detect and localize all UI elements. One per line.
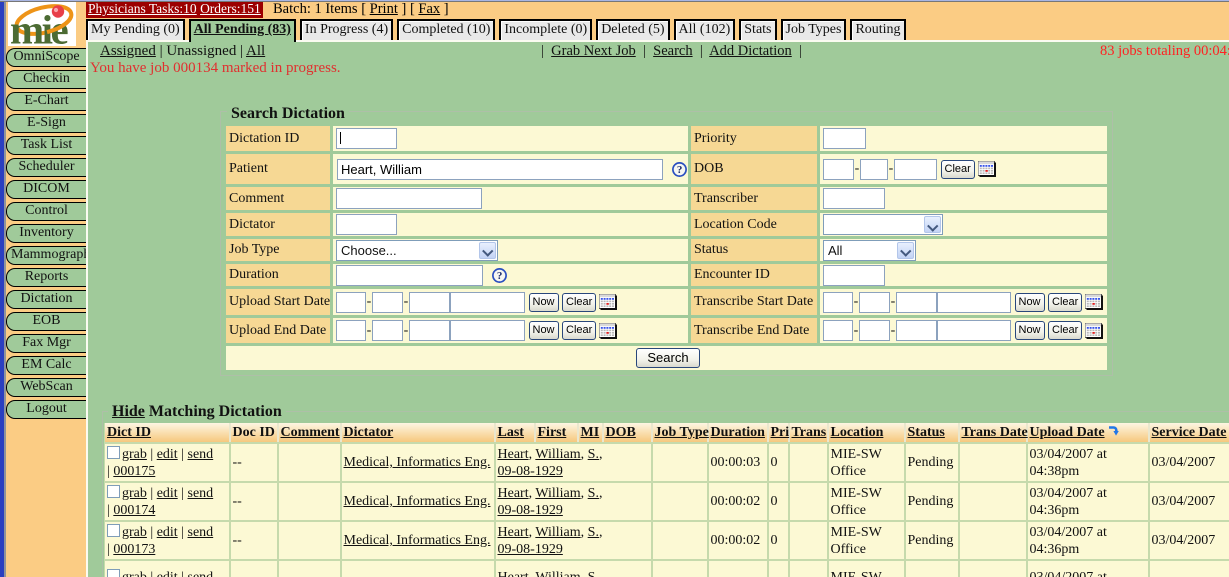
svg-text:?: ? — [497, 270, 503, 282]
svg-text:?: ? — [677, 164, 683, 176]
